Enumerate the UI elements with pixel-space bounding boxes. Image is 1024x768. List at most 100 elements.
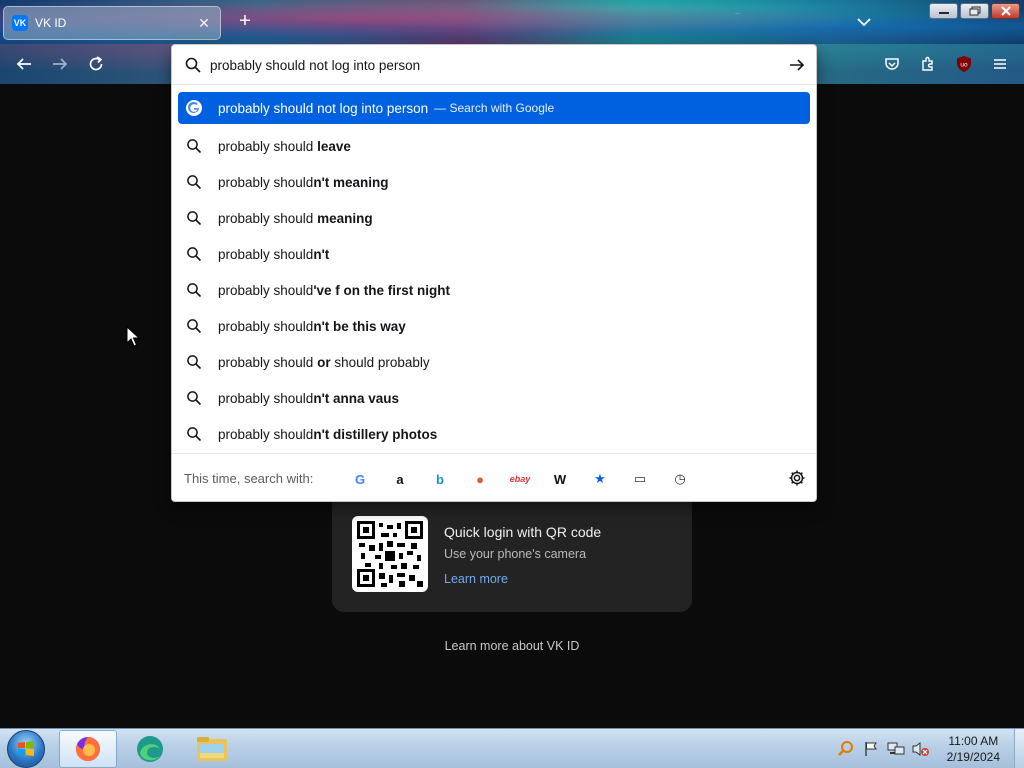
- suggestion-item[interactable]: probably shouldn't: [178, 236, 810, 272]
- search-icon[interactable]: [835, 738, 857, 760]
- clock-time: 11:00 AM: [948, 734, 999, 748]
- search-engine-buttons: Ga b ● ebay W ★ ▭ ◷: [340, 468, 700, 490]
- suggestion-prefix: probably should: [218, 318, 314, 334]
- suggestion-text: probably should meaning: [218, 211, 373, 226]
- suggestion-completion: n't: [313, 246, 330, 262]
- network-icon[interactable]: [885, 738, 907, 760]
- qr-title: Quick login with QR code: [444, 524, 602, 540]
- suggestion-text: probably shouldn't distillery photos: [218, 427, 437, 442]
- arrow-right-icon[interactable]: [788, 56, 806, 74]
- bookmarks-star-icon[interactable]: ★: [580, 468, 620, 490]
- suggestion-item[interactable]: probably shouldn't be this way: [178, 308, 810, 344]
- search-icon: [187, 283, 202, 298]
- search-icon: [187, 427, 202, 442]
- restore-button[interactable]: [960, 3, 989, 19]
- suggestion-completion: 've f on the first night: [313, 282, 451, 298]
- tab-bar: VK VK ID ✕ +: [0, 0, 1024, 44]
- suggestion-text: probably should leave: [218, 139, 351, 154]
- url-input[interactable]: [210, 55, 770, 75]
- suggestion-item[interactable]: probably should leave: [178, 128, 810, 164]
- suggestion-text: probably should or should probably: [218, 355, 430, 370]
- system-tray: 11:00 AM 2/19/2024: [835, 729, 1024, 768]
- history-clock-icon[interactable]: ◷: [660, 468, 700, 490]
- qr-login-card: Quick login with QR code Use your phone'…: [332, 500, 692, 612]
- vk-favicon-icon: VK: [12, 15, 28, 31]
- flag-icon[interactable]: [860, 738, 882, 760]
- learn-more-link[interactable]: Learn more: [444, 572, 508, 586]
- duckduckgo-icon[interactable]: ●: [460, 468, 500, 490]
- suggestion-prefix: probably should not log into person: [218, 100, 429, 116]
- clock-date: 2/19/2024: [946, 750, 1000, 764]
- extensions-icon[interactable]: [918, 54, 938, 74]
- suggestion-completion: meaning: [317, 210, 373, 226]
- suggestion-item[interactable]: probably should've f on the first night: [178, 272, 810, 308]
- suggestion-text: probably should've f on the first night: [218, 283, 450, 298]
- search-icon: [187, 139, 202, 154]
- learn-more-about-vk-id-link[interactable]: Learn more about VK ID: [0, 639, 1024, 653]
- bing-icon[interactable]: b: [420, 468, 460, 490]
- urlbar-input-row: [172, 45, 816, 85]
- suggestion-text: probably shouldn't anna vaus: [218, 391, 399, 406]
- reload-icon[interactable]: [86, 54, 106, 74]
- google-icon[interactable]: G: [340, 468, 380, 490]
- volume-muted-icon[interactable]: [910, 738, 932, 760]
- suggestion-action: — Search with Google: [434, 101, 555, 115]
- qr-subtitle: Use your phone's camera: [444, 547, 587, 561]
- suggestion-completion: leave: [317, 138, 351, 154]
- suggestion-search-with-google[interactable]: probably should not log into person — Sea…: [178, 92, 810, 124]
- close-window-button[interactable]: [991, 3, 1020, 19]
- ublock-shield-icon[interactable]: uo: [954, 54, 974, 74]
- windows-taskbar: 11:00 AM 2/19/2024: [0, 728, 1024, 768]
- search-icon: [187, 319, 202, 334]
- amazon-icon[interactable]: a: [380, 468, 420, 490]
- suggestion-item[interactable]: probably should meaning: [178, 200, 810, 236]
- tab-vk-id[interactable]: VK VK ID ✕: [3, 6, 221, 40]
- search-icon: [187, 247, 202, 262]
- search-icon: [185, 57, 201, 73]
- tabs-icon[interactable]: ▭: [620, 468, 660, 490]
- show-desktop-button[interactable]: [1014, 729, 1024, 768]
- suggestion-item[interactable]: probably shouldn't anna vaus: [178, 380, 810, 416]
- gear-icon[interactable]: [788, 469, 806, 487]
- suggestion-tail: should probably: [330, 354, 430, 370]
- search-icon: [187, 175, 202, 190]
- suggestion-completion: or: [317, 354, 331, 370]
- urlbar-dropdown: probably should not log into person — Sea…: [171, 44, 817, 502]
- suggestion-prefix: probably should: [218, 210, 318, 226]
- close-icon[interactable]: ✕: [196, 15, 212, 32]
- minimize-button[interactable]: [929, 3, 958, 19]
- start-button[interactable]: [7, 730, 45, 768]
- edge-icon[interactable]: [121, 730, 179, 768]
- chevron-down-icon[interactable]: [854, 12, 874, 32]
- google-icon: [186, 100, 202, 116]
- suggestion-prefix: probably should: [218, 174, 314, 190]
- suggestion-prefix: probably should: [218, 354, 318, 370]
- suggestion-text: probably shouldn't be this way: [218, 319, 406, 334]
- clock[interactable]: 11:00 AM 2/19/2024: [947, 733, 1000, 765]
- suggestion-item[interactable]: probably shouldn't distillery photos: [178, 416, 810, 452]
- suggestions-list: probably should not log into person — Sea…: [178, 92, 810, 452]
- pocket-icon[interactable]: [882, 54, 902, 74]
- suggestion-prefix: probably should: [218, 390, 314, 406]
- search-icon: [187, 355, 202, 370]
- suggestion-completion: n't anna vaus: [313, 390, 400, 406]
- file-explorer-icon[interactable]: [183, 730, 241, 768]
- menu-icon[interactable]: [990, 54, 1010, 74]
- suggestion-completion: n't distillery photos: [313, 426, 438, 442]
- ebay-icon[interactable]: ebay: [500, 468, 540, 490]
- qr-code-image[interactable]: [352, 516, 428, 592]
- suggestion-text: probably shouldn't meaning: [218, 175, 389, 190]
- back-arrow-icon[interactable]: [14, 54, 34, 74]
- suggestion-text: probably shouldn't: [218, 247, 329, 262]
- suggestion-prefix: probably should: [218, 282, 314, 298]
- suggestion-item[interactable]: probably should or should probably: [178, 344, 810, 380]
- plus-icon[interactable]: +: [234, 10, 256, 32]
- suggestion-completion: n't be this way: [313, 318, 406, 334]
- wikipedia-icon[interactable]: W: [540, 468, 580, 490]
- suggestion-item[interactable]: probably shouldn't meaning: [178, 164, 810, 200]
- suggestion-prefix: probably should: [218, 246, 314, 262]
- search-icon: [187, 211, 202, 226]
- forward-arrow-icon[interactable]: [50, 54, 70, 74]
- one-off-search-bar: This time, search with: Ga b ● ebay W ★ ▭ ◷: [172, 453, 816, 503]
- firefox-icon[interactable]: [59, 730, 117, 768]
